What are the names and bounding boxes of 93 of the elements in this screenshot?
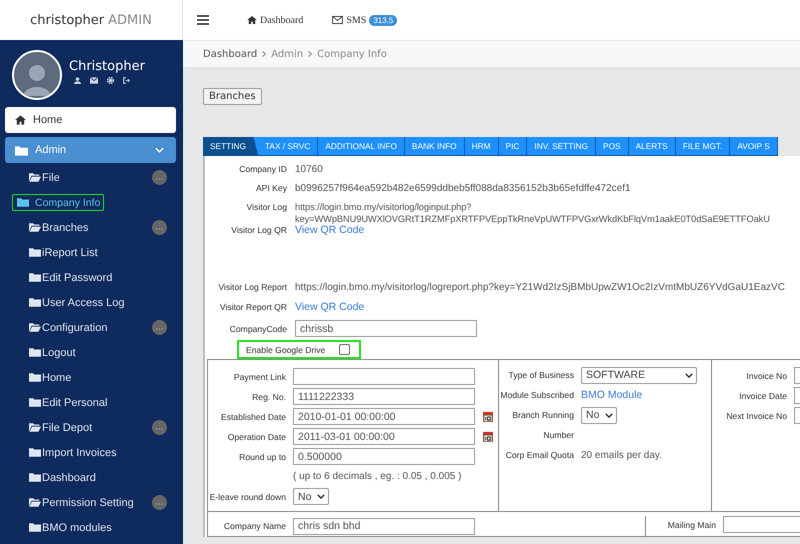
caret-icon xyxy=(605,412,614,418)
sidebar-item[interactable]: Permission Setting xyxy=(12,492,141,512)
input-field[interactable] xyxy=(293,368,475,385)
sidebar-item[interactable]: Edit Personal xyxy=(12,392,114,412)
menu-icon[interactable] xyxy=(197,15,209,25)
home-nav-item[interactable]: Home xyxy=(5,107,176,133)
field-value: https://login.bmo.my/visitorlog/logreport.php?key=Y21Wd2IzSjBMbUpwZW1Oc2IzVmtMbUZ6YVdGaU1EazVC xyxy=(295,282,785,293)
field-label: Established Date xyxy=(220,412,286,422)
sign-out-icon[interactable] xyxy=(123,76,130,84)
submenu-badge[interactable] xyxy=(152,320,167,335)
field-label: Operation Date xyxy=(226,432,286,442)
field-label: Corp Email Quota xyxy=(504,450,574,460)
field-label: E-leave round down xyxy=(208,492,286,502)
google-drive-option[interactable]: Enable Google Drive xyxy=(237,340,362,359)
calendar-icon[interactable] xyxy=(483,411,493,422)
sidebar-item[interactable]: iReport List xyxy=(12,242,105,262)
caret-icon xyxy=(685,372,693,378)
field-value: key=WWpBNU9UWXlOVGRtT1RZMFpXRTFPVEppTkRneVpUWTFPVGxrWkdKbFlqVm1aakE0T0dSaE9ETTFOakU xyxy=(295,214,770,224)
breadcrumb-separator xyxy=(308,48,312,60)
field-label: CompanyCode xyxy=(228,324,287,334)
field-label: Mailing Main xyxy=(666,520,716,530)
sidebar-item[interactable]: User Access Log xyxy=(12,292,132,312)
field-label: Module Subscribed xyxy=(499,390,574,400)
submenu-badge[interactable] xyxy=(152,170,167,185)
module-link[interactable]: BMO Module xyxy=(581,389,642,401)
field-label: Branch Running xyxy=(511,410,574,420)
branches-button[interactable]: Branches xyxy=(203,88,262,105)
sidebar-item[interactable]: Branches xyxy=(12,218,96,238)
field-label: Number xyxy=(542,430,574,440)
field-label: Round up to xyxy=(238,452,286,462)
field-value: https://login.bmo.my/visitorlog/loginput.php? xyxy=(295,202,472,212)
breadcrumb-item[interactable]: Dashboard xyxy=(203,48,258,60)
input-field[interactable]: chrissb xyxy=(295,320,477,337)
submenu-badge[interactable] xyxy=(152,220,167,235)
home-icon xyxy=(15,115,26,125)
qr-code-link[interactable]: View QR Code xyxy=(295,224,364,236)
field-label: Company Name xyxy=(222,521,286,531)
avatar xyxy=(12,50,62,100)
chevron-icon xyxy=(155,147,164,153)
date-field[interactable]: 2010-01-01 00:00:00 xyxy=(293,408,475,425)
settings-icon[interactable] xyxy=(107,76,114,84)
field-value: 20 emails per day. xyxy=(581,450,662,460)
hint-text: ( up to 6 decimals , eg. : 0.05 , 0.005 ) xyxy=(293,471,462,482)
sms-count-badge: 313.5 xyxy=(369,14,398,26)
field-label: Next Invoice No xyxy=(725,410,787,420)
brand-suffix: ADMIN xyxy=(108,12,152,28)
dropdown[interactable]: No xyxy=(581,406,618,424)
sidebar-item[interactable]: File Depot xyxy=(12,418,100,438)
sidebar-item[interactable]: Dashboard xyxy=(12,468,103,488)
input-field[interactable]: chris sdn bhd xyxy=(293,518,475,534)
field-label: Payment Link xyxy=(232,372,286,382)
sidebar-item[interactable]: Logout xyxy=(12,342,83,362)
sidebar-item[interactable]: File xyxy=(12,168,67,188)
field-label: Invoice Date xyxy=(738,390,787,400)
field-label: Invoice No xyxy=(745,370,787,380)
sms-link[interactable]: SMS 313.5 xyxy=(332,14,398,26)
submenu-badge[interactable] xyxy=(152,420,167,435)
highlighted-sidebar-item[interactable]: Company Info xyxy=(12,194,104,211)
dropdown[interactable]: SOFTWARE xyxy=(581,366,697,384)
field-label: API Key xyxy=(254,183,287,193)
caret-icon xyxy=(317,494,326,499)
dropdown[interactable]: No xyxy=(293,488,330,505)
sidebar-item[interactable]: Edit Password xyxy=(12,268,120,288)
field-label: Visitor Log xyxy=(246,202,287,212)
sidebar-item[interactable]: Home xyxy=(12,368,78,388)
profile-name: Christopher xyxy=(69,58,145,74)
sidebar-item[interactable]: Configuration xyxy=(12,318,114,338)
field-label: Visitor Report QR xyxy=(218,302,287,312)
tab[interactable]: SETTING xyxy=(203,137,258,155)
field-label: Reg. No. xyxy=(251,392,286,402)
field-label: Type of Business xyxy=(508,370,574,380)
brand-name: christopher xyxy=(30,12,104,28)
qr-code-link[interactable]: View QR Code xyxy=(295,301,364,313)
submenu-badge[interactable] xyxy=(152,495,167,510)
user-icon[interactable] xyxy=(74,76,81,84)
checkbox[interactable] xyxy=(339,344,350,355)
field-label: Visitor Log QR xyxy=(230,225,287,235)
field-value: b0996257f964ea592b482e6599ddbeb5ff088da8356152b3b65efdffe472cef1 xyxy=(295,183,631,194)
field-label: Company ID xyxy=(238,164,287,174)
breadcrumb-separator xyxy=(262,48,266,60)
dashboard-link[interactable]: Dashboard xyxy=(247,14,304,26)
sidebar-item[interactable]: BMO modules xyxy=(12,518,119,538)
home-icon xyxy=(247,16,257,24)
envelope-icon[interactable] xyxy=(90,76,98,84)
field-label: Visitor Log Report xyxy=(217,282,287,292)
field-value: 10760 xyxy=(295,164,323,175)
input-field[interactable]: 0.500000 xyxy=(293,448,475,465)
date-field[interactable]: 2011-03-01 00:00:00 xyxy=(293,428,475,445)
envelope-icon xyxy=(332,16,344,24)
folder-icon xyxy=(15,144,28,156)
input-field[interactable]: 1111222333 xyxy=(293,388,475,405)
calendar-icon[interactable] xyxy=(483,431,493,442)
sidebar-item[interactable]: Import Invoices xyxy=(12,442,124,462)
